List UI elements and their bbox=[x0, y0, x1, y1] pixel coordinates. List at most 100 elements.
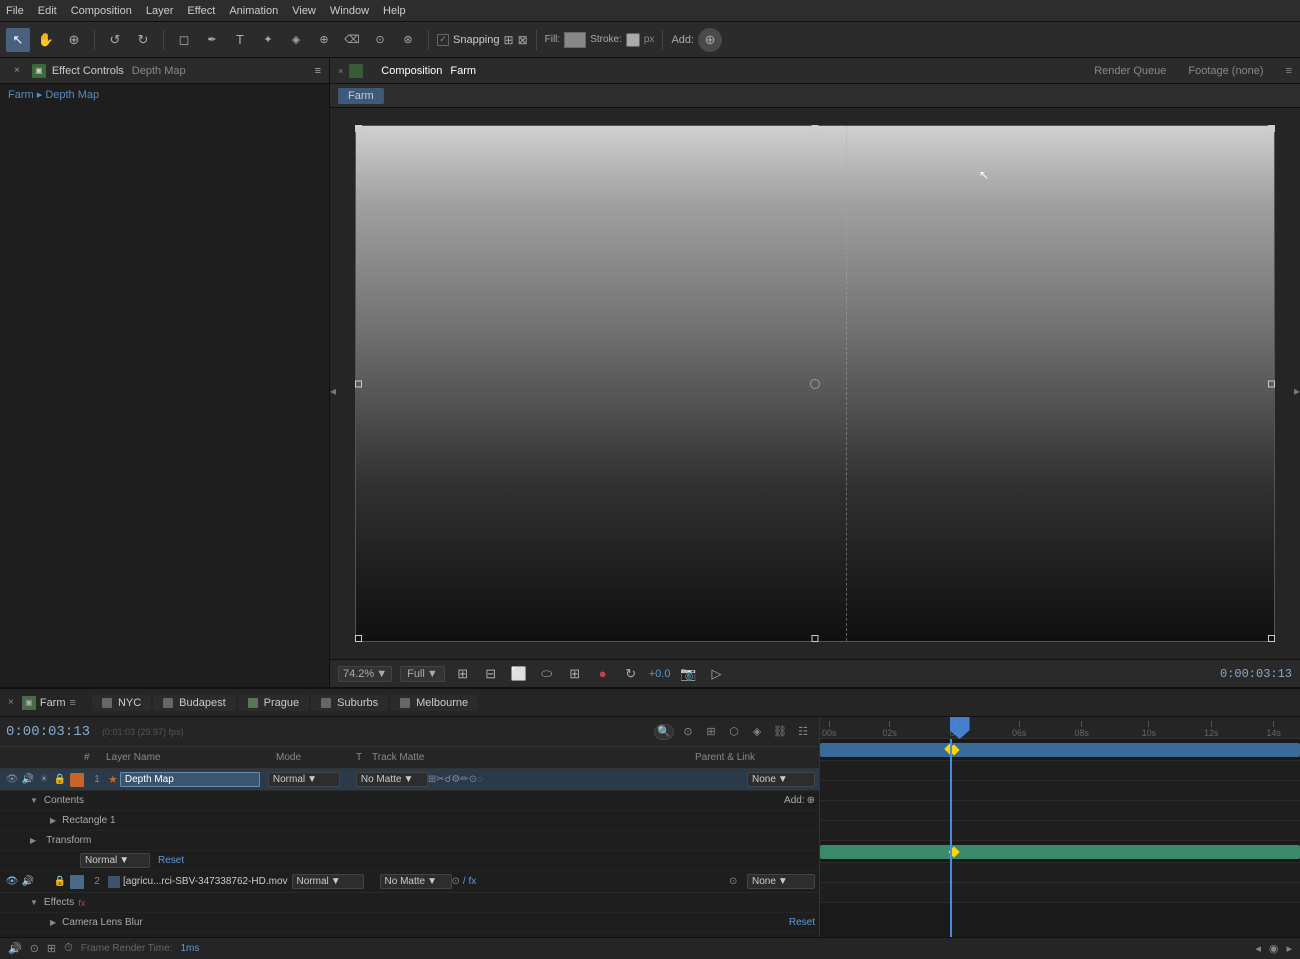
handle-bl[interactable] bbox=[355, 635, 362, 642]
clb-reset-btn[interactable]: Reset bbox=[789, 917, 815, 928]
statusbar-icon-layers[interactable]: ⊞ bbox=[47, 942, 56, 955]
add-btn[interactable]: ⊕ bbox=[698, 28, 722, 52]
rect-tool-btn[interactable]: ◻ bbox=[172, 28, 196, 52]
tl-tab-suburbs[interactable]: Suburbs bbox=[311, 695, 388, 711]
zoom-control[interactable]: 74.2% ▼ bbox=[338, 666, 392, 682]
tl-graph-btn[interactable]: ⊞ bbox=[701, 723, 721, 741]
pen-tool-btn[interactable]: ✒ bbox=[200, 28, 224, 52]
grid-icon-btn[interactable]: ⊞ bbox=[453, 664, 473, 684]
layer-1-parent-dropdown[interactable]: None ▼ bbox=[747, 772, 815, 787]
camera-btn[interactable]: 📷 bbox=[678, 664, 698, 684]
farm-view-tab[interactable]: Farm bbox=[338, 88, 384, 104]
clone-tool-btn[interactable]: ⊕ bbox=[312, 28, 336, 52]
contents-add-btn[interactable]: Add: ⊕ bbox=[784, 795, 815, 806]
preview-btn[interactable]: ▷ bbox=[706, 664, 726, 684]
menu-layer[interactable]: Layer bbox=[146, 5, 174, 17]
menu-view[interactable]: View bbox=[292, 5, 316, 17]
effects-expand-icon[interactable]: ▼ bbox=[30, 898, 38, 907]
color-btn[interactable]: ● bbox=[593, 664, 613, 684]
layer-1-color[interactable] bbox=[70, 773, 84, 787]
tl-menu-icon[interactable]: ≡ bbox=[70, 697, 76, 709]
tl-track-2[interactable] bbox=[820, 841, 1300, 863]
menu-edit[interactable]: Edit bbox=[38, 5, 57, 17]
eraser-tool-btn[interactable]: ⌫ bbox=[340, 28, 364, 52]
tl-tab-prague[interactable]: Prague bbox=[238, 695, 309, 711]
layer-1-lock[interactable]: 🔒 bbox=[52, 774, 68, 785]
handle-tm[interactable] bbox=[812, 125, 819, 132]
mask-btn[interactable]: ⬭ bbox=[537, 664, 557, 684]
layer-1-mode-dropdown[interactable]: Normal ▼ bbox=[268, 772, 340, 787]
zoom-tool-btn[interactable]: ⊕ bbox=[62, 28, 86, 52]
render-queue-tab[interactable]: Render Queue bbox=[1086, 63, 1174, 79]
layer-2-parent-dropdown[interactable]: None ▼ bbox=[747, 874, 815, 889]
statusbar-icon-speaker[interactable]: 🔊 bbox=[8, 942, 22, 955]
layer-2-lock[interactable]: 🔒 bbox=[52, 876, 68, 887]
roto-tool-btn[interactable]: ⊙ bbox=[368, 28, 392, 52]
handle-ml[interactable] bbox=[355, 380, 362, 387]
refresh-btn[interactable]: ↻ bbox=[621, 664, 641, 684]
layer-1-name-input[interactable] bbox=[120, 772, 260, 787]
menu-effect[interactable]: Effect bbox=[187, 5, 215, 17]
handle-tr[interactable] bbox=[1268, 125, 1275, 132]
type-tool-btn[interactable]: T bbox=[228, 28, 252, 52]
statusbar-icon-next-frame[interactable]: ▸ bbox=[1286, 942, 1292, 955]
undo-btn[interactable]: ↺ bbox=[103, 28, 127, 52]
tl-comment-btn[interactable]: ☷ bbox=[793, 723, 813, 741]
effect-controls-tab[interactable]: Effect Controls bbox=[52, 65, 124, 77]
tl-close-btn[interactable]: × bbox=[8, 697, 14, 708]
snapping-checkbox[interactable]: ✓ bbox=[437, 34, 449, 46]
layer-2-fx-edit[interactable]: / fx bbox=[463, 876, 476, 887]
left-panel-close[interactable]: × bbox=[8, 63, 26, 78]
statusbar-icon-marker[interactable]: ◉ bbox=[1269, 942, 1279, 955]
border-btn[interactable]: ⬜ bbox=[509, 664, 529, 684]
handle-tl[interactable] bbox=[355, 125, 362, 132]
menu-help[interactable]: Help bbox=[383, 5, 406, 17]
layer-1-solo[interactable]: ☀ bbox=[36, 774, 52, 785]
comp-panel-menu[interactable]: ≡ bbox=[1286, 65, 1292, 77]
handle-br[interactable] bbox=[1268, 635, 1275, 642]
layer-2-matte-dropdown[interactable]: No Matte ▼ bbox=[380, 874, 452, 889]
tl-timecode[interactable]: 0:00:03:13 bbox=[6, 724, 90, 740]
3d-btn[interactable]: ⊞ bbox=[565, 664, 585, 684]
table-row[interactable]: 👁 🔊 ☀ 🔒 1 ★ Normal ▼ No Matte ▼ bbox=[0, 769, 819, 791]
tl-tab-budapest[interactable]: Budapest bbox=[153, 695, 235, 711]
layer-1-matte-dropdown[interactable]: No Matte ▼ bbox=[356, 772, 428, 787]
contents-expand-icon[interactable]: ▼ bbox=[30, 796, 38, 805]
tl-motion-path-btn[interactable]: ⊙ bbox=[678, 723, 698, 741]
tl-tab-melbourne[interactable]: Melbourne bbox=[390, 695, 478, 711]
redo-btn[interactable]: ↻ bbox=[131, 28, 155, 52]
statusbar-icon-ram[interactable]: ⊙ bbox=[30, 942, 39, 955]
menu-animation[interactable]: Animation bbox=[229, 5, 278, 17]
tl-track-1[interactable] bbox=[820, 739, 1300, 761]
layer-1-reset-btn[interactable]: Reset bbox=[158, 855, 184, 866]
fill-color-box[interactable] bbox=[564, 32, 586, 48]
panel-menu-icon[interactable]: ≡ bbox=[315, 65, 321, 77]
center-handle[interactable] bbox=[810, 379, 820, 389]
menu-file[interactable]: File bbox=[6, 5, 24, 17]
menu-window[interactable]: Window bbox=[330, 5, 369, 17]
statusbar-icon-clock[interactable]: ⏱ bbox=[64, 942, 73, 955]
clb-expand-icon[interactable]: ▶ bbox=[50, 918, 56, 927]
layer-2-color[interactable] bbox=[70, 875, 84, 889]
composition-tab[interactable]: Composition Farm bbox=[373, 62, 484, 80]
hand-tool-btn[interactable]: ✋ bbox=[34, 28, 58, 52]
tl-keyframe-btn[interactable]: ◈ bbox=[747, 723, 767, 741]
table-row[interactable]: 👁 🔊 🔒 2 [agricu...rci-SBV-347338762-HD.m… bbox=[0, 871, 819, 893]
footage-tab[interactable]: Footage (none) bbox=[1180, 63, 1271, 79]
layer-2-audio[interactable]: 🔊 bbox=[20, 876, 36, 887]
handle-mr[interactable] bbox=[1268, 380, 1275, 387]
transform-expand-icon[interactable]: ▶ bbox=[30, 836, 36, 845]
puppet-tool-btn[interactable]: ⊛ bbox=[396, 28, 420, 52]
layer-2-visibility[interactable]: 👁 bbox=[4, 876, 20, 887]
handle-bm[interactable] bbox=[812, 635, 819, 642]
menu-composition[interactable]: Composition bbox=[71, 5, 132, 17]
tl-camera-btn[interactable]: ⬡ bbox=[724, 723, 744, 741]
sublayer-mode-dropdown[interactable]: Normal ▼ bbox=[80, 853, 150, 868]
canvas-container[interactable]: ↖ ◂ ▸ bbox=[330, 108, 1300, 659]
fill-tool-btn[interactable]: ◈ bbox=[284, 28, 308, 52]
statusbar-icon-prev-frame[interactable]: ◂ bbox=[1255, 942, 1261, 955]
rect1-expand-icon[interactable]: ▶ bbox=[50, 816, 56, 825]
tl-search-btn[interactable]: 🔍 bbox=[654, 724, 674, 740]
panel-close-x[interactable]: × bbox=[14, 65, 20, 76]
anchor-tool-btn[interactable]: ✦ bbox=[256, 28, 280, 52]
